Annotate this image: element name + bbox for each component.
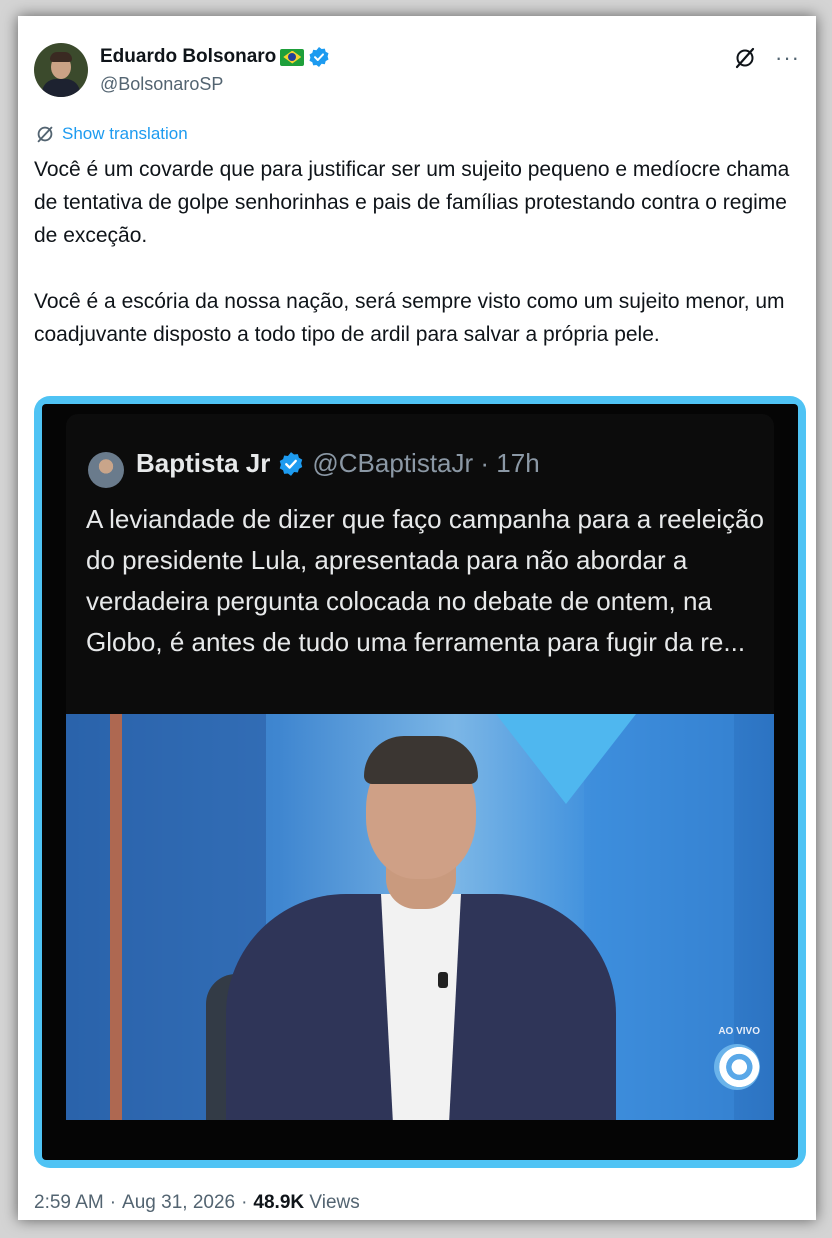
quoted-tweet: Baptista Jr @CBaptistaJr · 17h A leviand…	[66, 414, 774, 714]
live-label: AO VIVO	[718, 1026, 760, 1037]
author-name-row: Eduardo Bolsonaro	[100, 46, 330, 68]
quoted-author-name: Baptista Jr	[136, 448, 271, 478]
attached-image[interactable]: Baptista Jr @CBaptistaJr · 17h A leviand…	[34, 396, 806, 1168]
meta-separator: ·	[241, 1192, 248, 1213]
author-avatar[interactable]	[34, 43, 88, 97]
tweet-time[interactable]: 2:59 AM	[34, 1192, 104, 1214]
tweet-header: Eduardo Bolsonaro @BolsonaroSP ···	[34, 40, 800, 104]
show-translation-label: Show translation	[62, 124, 188, 143]
tweet-card: Eduardo Bolsonaro @BolsonaroSP ··· Show …	[18, 16, 816, 1220]
translate-icon	[37, 126, 53, 143]
quoted-handle-time: @CBaptistaJr · 17h	[312, 448, 540, 478]
brazil-flag-icon	[280, 48, 305, 66]
header-actions: ···	[733, 46, 800, 70]
more-options-icon[interactable]: ···	[775, 47, 800, 69]
quoted-tweet-screenshot: Baptista Jr @CBaptistaJr · 17h A leviand…	[42, 404, 798, 1160]
views-count: 48.9K	[253, 1192, 305, 1213]
meta-separator: ·	[109, 1192, 117, 1213]
show-translation-link[interactable]: Show translation	[34, 123, 188, 145]
tweet-meta: 2:59 AM · Aug 31, 2026 · 48.9K Views	[34, 1192, 360, 1214]
quoted-tweet-text: A leviandade de dizer que faço campanha …	[86, 504, 764, 657]
author-name[interactable]: Eduardo Bolsonaro	[100, 46, 276, 68]
tweet-text: Você é um covarde que para justificar se…	[34, 158, 790, 346]
grok-icon[interactable]	[733, 46, 757, 70]
verified-badge-icon[interactable]	[308, 46, 330, 68]
views-label: Views	[309, 1192, 360, 1213]
tweet-date[interactable]: Aug 31, 2026	[122, 1192, 235, 1214]
author-handle[interactable]: @BolsonaroSP	[100, 74, 223, 95]
tv-broadcast-photo: AO VIVO	[66, 714, 774, 1120]
quoted-author-avatar	[88, 452, 124, 488]
quoted-verified-badge-icon	[280, 451, 303, 476]
man-in-suit	[216, 714, 626, 1120]
quoted-author-row: Baptista Jr @CBaptistaJr · 17h	[136, 448, 540, 479]
globo-logo-icon	[714, 1044, 760, 1090]
